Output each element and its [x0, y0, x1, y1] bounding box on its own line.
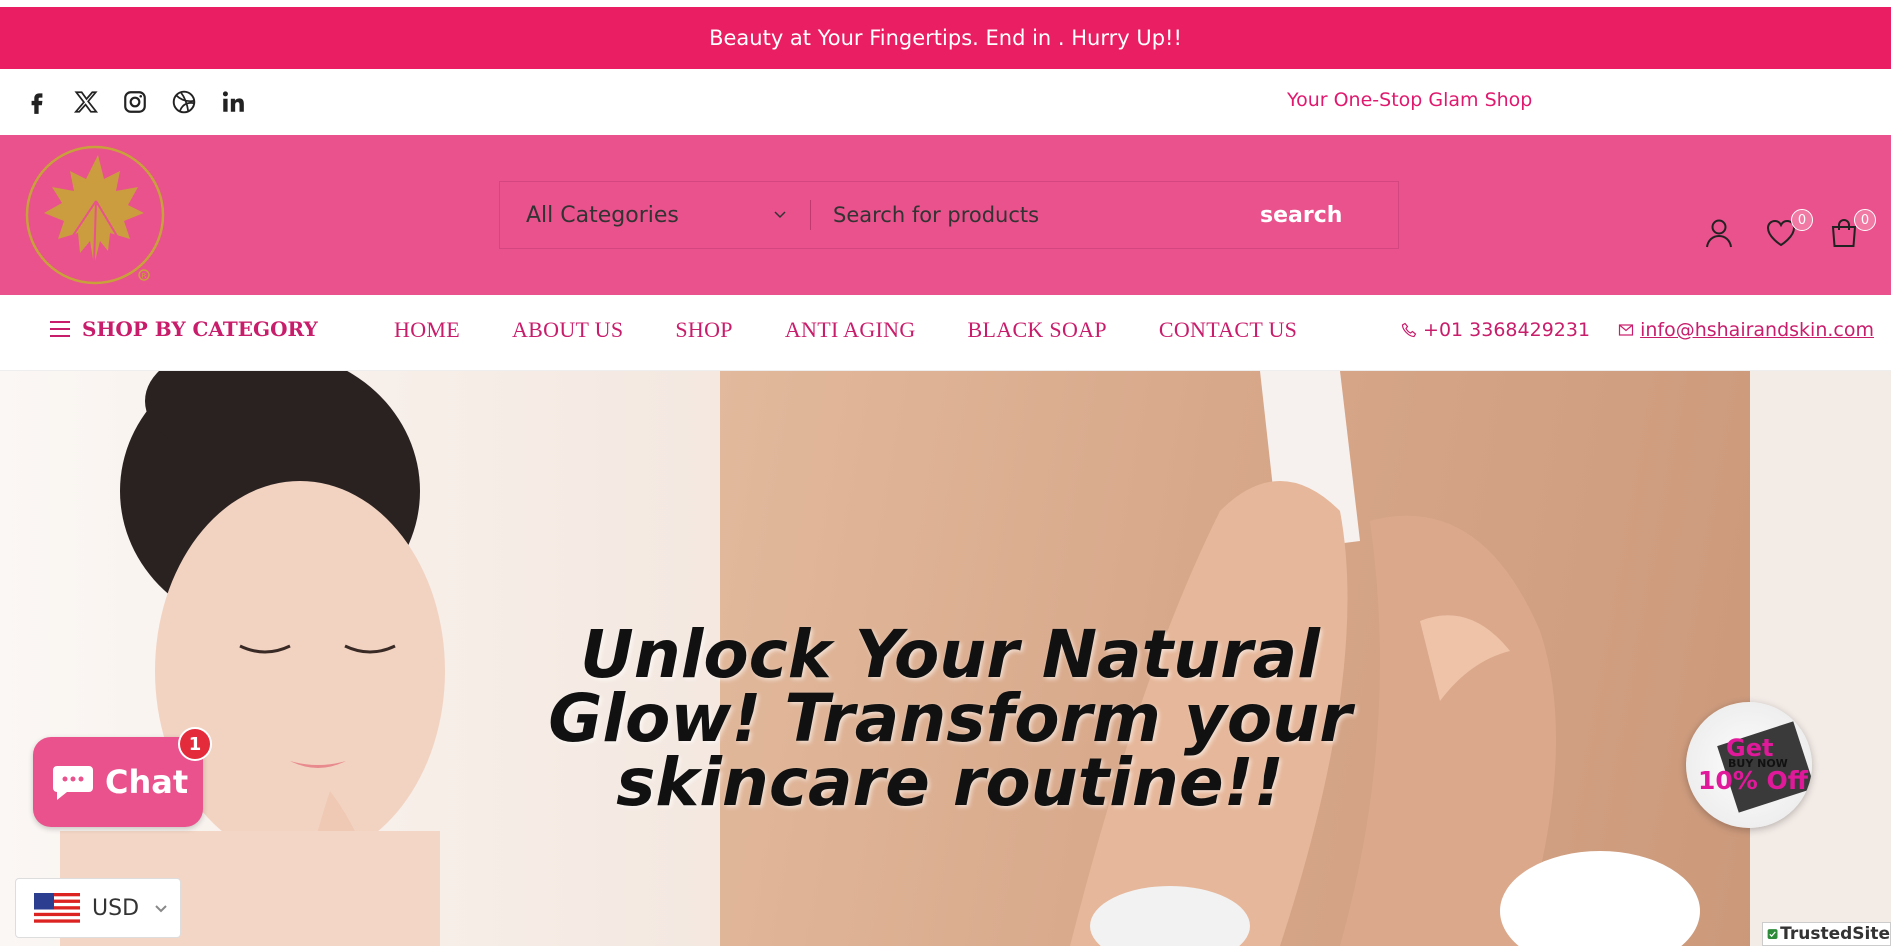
- brand-logo[interactable]: R: [20, 141, 170, 289]
- nav-item-shop[interactable]: SHOP: [675, 317, 732, 343]
- phone-icon: [1401, 322, 1417, 338]
- cart-count-badge: 0: [1854, 209, 1876, 231]
- nav-item-anti-aging[interactable]: ANTI AGING: [785, 317, 916, 343]
- hero-headline-line3: skincare routine!!: [616, 744, 1284, 821]
- chevron-down-icon: [155, 905, 167, 913]
- facebook-icon[interactable]: [24, 89, 50, 115]
- phone-link[interactable]: +01 3368429231: [1401, 319, 1590, 341]
- category-select-value: All Categories: [526, 202, 679, 228]
- email-link[interactable]: info@hshairandskin.com: [1618, 319, 1874, 341]
- nav-item-contact-us[interactable]: CONTACT US: [1159, 317, 1297, 343]
- promo-line3: 10% Off: [1698, 766, 1809, 795]
- phone-number: +01 3368429231: [1423, 319, 1591, 341]
- chat-button[interactable]: Chat: [33, 737, 203, 827]
- linkedin-icon[interactable]: [220, 89, 246, 115]
- wishlist-count-badge: 0: [1791, 209, 1813, 231]
- chat-notification-badge: 1: [178, 727, 212, 761]
- tagline: Your One-Stop Glam Shop: [1287, 89, 1533, 111]
- svg-text:R: R: [142, 272, 147, 280]
- nav-item-black-soap[interactable]: BLACK SOAP: [968, 317, 1107, 343]
- hero-headline-line1: Unlock Your Natural: [580, 616, 1320, 693]
- hamburger-icon: [50, 321, 70, 337]
- search-button[interactable]: search: [1238, 182, 1398, 248]
- cart-icon[interactable]: 0: [1828, 209, 1876, 253]
- nav-menu: HOME ABOUT US SHOP ANTI AGING BLACK SOAP…: [394, 317, 1349, 343]
- trustedsite-badge[interactable]: TrustedSite: [1762, 922, 1891, 946]
- chat-label: Chat: [105, 763, 189, 801]
- hero-headline: Unlock Your Natural Glow! Transform your…: [470, 616, 1430, 821]
- shop-by-category-label: SHOP BY CATEGORY: [82, 317, 318, 341]
- instagram-icon[interactable]: [122, 89, 148, 115]
- x-twitter-icon[interactable]: [73, 89, 99, 115]
- email-address: info@hshairandskin.com: [1640, 319, 1874, 341]
- wishlist-icon[interactable]: 0: [1765, 209, 1813, 253]
- account-icon[interactable]: [1703, 217, 1739, 253]
- currency-selector[interactable]: USD: [15, 878, 181, 938]
- trustedsite-label: TrustedSite: [1780, 924, 1890, 944]
- us-flag-icon: [34, 893, 80, 923]
- announcement-text: Beauty at Your Fingertips. End in . Hurr…: [709, 26, 1182, 50]
- hero-banner[interactable]: Unlock Your Natural Glow! Transform your…: [0, 371, 1891, 946]
- currency-code: USD: [92, 895, 140, 921]
- shop-by-category-button[interactable]: SHOP BY CATEGORY: [48, 317, 318, 341]
- check-shield-icon: [1767, 929, 1778, 939]
- main-nav: SHOP BY CATEGORY HOME ABOUT US SHOP ANTI…: [0, 295, 1891, 371]
- nav-item-home[interactable]: HOME: [394, 317, 460, 343]
- search-input[interactable]: [811, 182, 1238, 248]
- announcement-bar: Beauty at Your Fingertips. End in . Hurr…: [0, 7, 1891, 69]
- category-select[interactable]: All Categories: [500, 182, 810, 248]
- chat-bubble-icon: [53, 766, 93, 800]
- dribbble-icon[interactable]: [171, 89, 197, 115]
- nav-item-about-us[interactable]: ABOUT US: [512, 317, 623, 343]
- top-gap: [0, 0, 1891, 7]
- contact-info: +01 3368429231 info@hshairandskin.com: [1373, 319, 1874, 341]
- social-bar: Your One-Stop Glam Shop: [0, 69, 1891, 135]
- chevron-down-icon: [774, 211, 786, 219]
- header: R All Categories search 0 0: [0, 135, 1891, 295]
- search-bar: All Categories search: [499, 181, 1399, 249]
- discount-popup-button[interactable]: Get BUY NOW 10% Off: [1686, 702, 1812, 828]
- mail-icon: [1618, 324, 1634, 336]
- hero-headline-line2: Glow! Transform your: [548, 680, 1352, 757]
